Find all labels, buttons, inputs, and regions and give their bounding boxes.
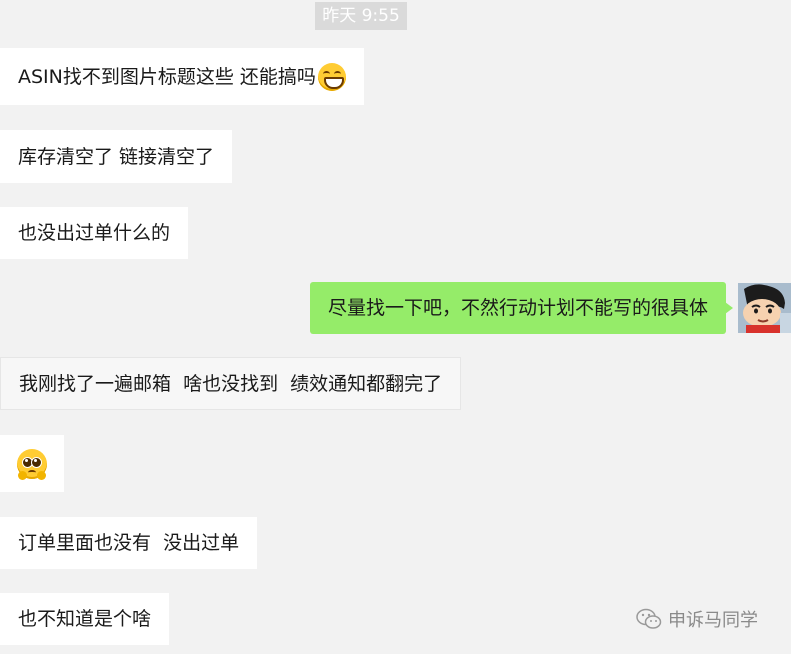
message-bubble[interactable]: ASIN找不到图片标题这些 还能搞吗 <box>0 48 364 105</box>
message-text: 也不知道是个啥 <box>18 608 152 630</box>
wechat-logo-icon <box>636 608 662 629</box>
message-timestamp: 昨天 9:55 <box>315 2 407 30</box>
message-text: ASIN找不到图片标题这些 还能搞吗 <box>18 65 316 88</box>
pleading-face-icon <box>17 448 47 480</box>
watermark: 申诉马同学 <box>636 606 758 632</box>
outgoing-message-bubble[interactable]: 尽量找一下吧，不然行动计划不能写的很具体 <box>309 282 726 334</box>
message-text: 我刚找了一遍邮箱 啥也没找到 绩效通知都翻完了 <box>19 372 443 395</box>
message-bubble[interactable]: 库存清空了 链接清空了 <box>0 130 233 183</box>
watermark-text: 申诉马同学 <box>668 610 758 631</box>
message-bubble[interactable]: 我刚找了一遍邮箱 啥也没找到 绩效通知都翻完了 <box>0 357 462 410</box>
message-bubble[interactable]: 也没出过单什么的 <box>0 207 189 259</box>
message-text: 库存清空了 链接清空了 <box>18 145 215 168</box>
message-bubble[interactable] <box>0 435 64 492</box>
message-text: 订单里面也没有 没出过单 <box>18 532 240 554</box>
message-text: 尽量找一下吧，不然行动计划不能写的很具体 <box>327 297 708 319</box>
cartoon-avatar-icon <box>738 283 791 333</box>
message-bubble[interactable]: 订单里面也没有 没出过单 <box>0 517 258 569</box>
message-bubble[interactable]: 也不知道是个啥 <box>0 593 170 645</box>
bubble-tail <box>725 302 733 314</box>
avatar[interactable] <box>738 283 791 333</box>
message-text: 也没出过单什么的 <box>18 222 171 244</box>
grin-icon <box>317 62 346 91</box>
